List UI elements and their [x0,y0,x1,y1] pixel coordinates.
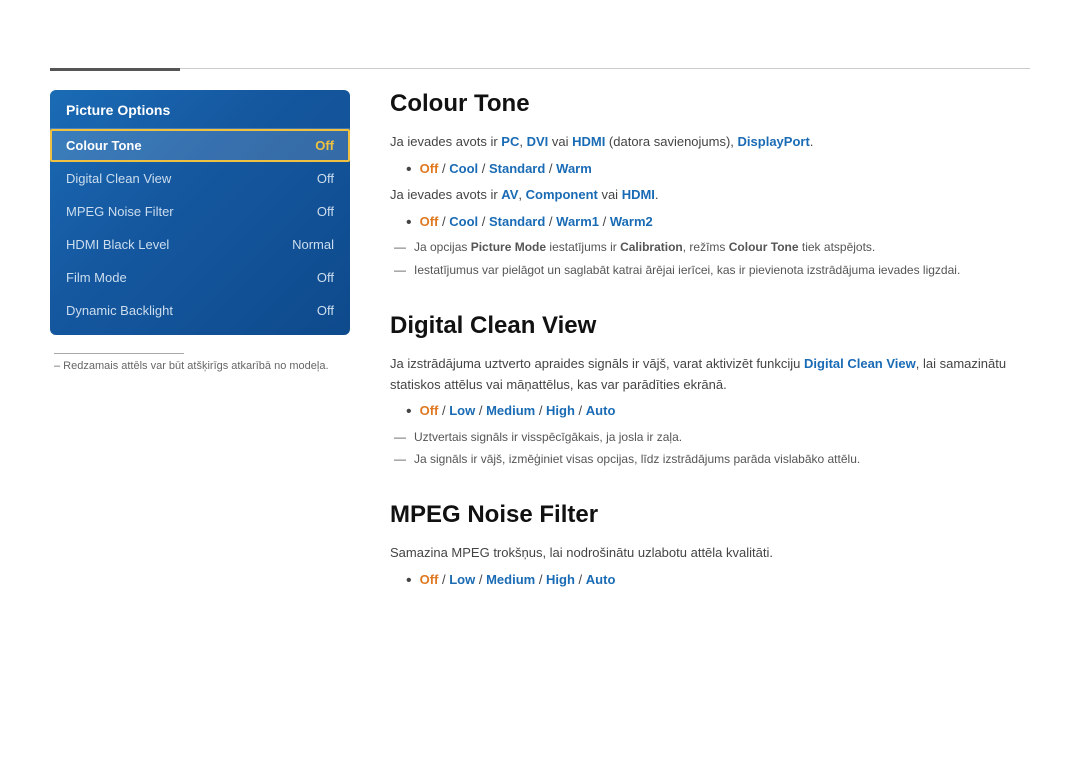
dcv-bullet-1: • Off / Low / Medium / High / Auto [406,401,1030,423]
menu-item-value: Normal [292,237,334,252]
colour-tone-bullet-2: • Off / Cool / Standard / Warm1 / Warm2 [406,212,1030,234]
picture-options-menu: Picture Options Colour Tone Off Digital … [50,90,350,335]
bullet-icon: • [406,159,412,181]
menu-item-dynamic-backlight[interactable]: Dynamic Backlight Off [50,294,350,327]
dcv-dash-1: — Uztvertais signāls ir visspēcīgākais, … [394,428,1030,447]
menu-item-label: Film Mode [66,270,127,285]
dcv-options: Off / Low / Medium / High / Auto [420,401,616,422]
menu-item-value: Off [317,171,334,186]
menu-item-label: Dynamic Backlight [66,303,173,318]
menu-item-hdmi-black-level[interactable]: HDMI Black Level Normal [50,228,350,261]
right-content: Colour Tone Ja ievades avots ir PC, DVI … [390,90,1030,624]
menu-item-colour-tone[interactable]: Colour Tone Off [50,129,350,162]
section-title-digital-clean-view: Digital Clean View [390,312,1030,340]
footnote-divider [54,353,184,354]
top-rule-full [50,68,1030,69]
section-title-mpeg-noise-filter: MPEG Noise Filter [390,501,1030,529]
bullet-icon: • [406,212,412,234]
colour-tone-dash-1: — Ja opcijas Picture Mode iestatījums ir… [394,238,1030,257]
menu-item-label: Digital Clean View [66,171,171,186]
colour-tone-options-2: Off / Cool / Standard / Warm1 / Warm2 [420,212,653,233]
section-mpeg-noise-filter: MPEG Noise Filter Samazina MPEG trokšņus… [390,501,1030,592]
colour-tone-options-1: Off / Cool / Standard / Warm [420,159,592,180]
section-digital-clean-view: Digital Clean View Ja izstrādājuma uztve… [390,312,1030,469]
dash-icon: — [394,261,406,280]
colour-tone-bullet-1: • Off / Cool / Standard / Warm [406,159,1030,181]
menu-item-value: Off [315,138,334,153]
colour-tone-body-2: Ja ievades avots ir AV, Component vai HD… [390,185,1030,206]
dash-icon: — [394,428,406,447]
menu-item-label: Colour Tone [66,138,142,153]
dash-icon: — [394,238,406,257]
menu-item-mpeg-noise-filter[interactable]: MPEG Noise Filter Off [50,195,350,228]
menu-item-digital-clean-view[interactable]: Digital Clean View Off [50,162,350,195]
mpeg-options: Off / Low / Medium / High / Auto [420,570,616,591]
menu-item-label: HDMI Black Level [66,237,169,252]
colour-tone-body-1: Ja ievades avots ir PC, DVI vai HDMI (da… [390,132,1030,153]
colour-tone-dash-2: — Iestatījumus var pielāgot un saglabāt … [394,261,1030,280]
menu-title: Picture Options [50,90,350,129]
menu-item-value: Off [317,270,334,285]
mpeg-body-1: Samazina MPEG trokšņus, lai nodrošinātu … [390,543,1030,564]
mpeg-bullet-1: • Off / Low / Medium / High / Auto [406,570,1030,592]
dcv-body-1: Ja izstrādājuma uztverto apraides signāl… [390,354,1030,396]
menu-item-label: MPEG Noise Filter [66,204,174,219]
section-colour-tone: Colour Tone Ja ievades avots ir PC, DVI … [390,90,1030,280]
dash-icon: — [394,450,406,469]
left-panel: Picture Options Colour Tone Off Digital … [50,90,350,624]
footnote-area: – Redzamais attēls var būt atšķirīgs atk… [50,353,350,372]
bullet-icon: • [406,570,412,592]
dcv-dash-2: — Ja signāls ir vājš, izmēģiniet visas o… [394,450,1030,469]
bullet-icon: • [406,401,412,423]
menu-item-value: Off [317,204,334,219]
section-title-colour-tone: Colour Tone [390,90,1030,118]
footnote-text: – Redzamais attēls var būt atšķirīgs atk… [54,360,346,372]
menu-item-film-mode[interactable]: Film Mode Off [50,261,350,294]
top-rule-accent [50,68,180,71]
menu-item-value: Off [317,303,334,318]
